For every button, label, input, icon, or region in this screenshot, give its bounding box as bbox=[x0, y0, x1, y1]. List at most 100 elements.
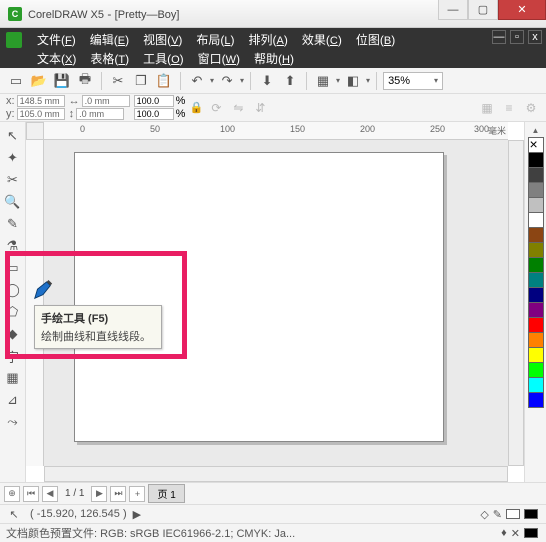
extras-button[interactable]: ⊕ bbox=[4, 486, 20, 502]
text-tool[interactable]: 字 bbox=[3, 346, 23, 366]
canvas-area[interactable] bbox=[44, 140, 508, 466]
basic-shapes-tool[interactable]: ◆ bbox=[3, 324, 23, 344]
maximize-button[interactable]: ▢ bbox=[468, 0, 498, 20]
export-button[interactable]: ⬆ bbox=[280, 71, 300, 91]
close-button[interactable]: ✕ bbox=[498, 0, 546, 20]
ruler-corner[interactable] bbox=[26, 122, 44, 140]
scale-y-input[interactable]: 100.0 bbox=[134, 108, 174, 120]
menu-h[interactable]: 帮助(H) bbox=[247, 49, 301, 68]
welcome-button[interactable]: ◧ bbox=[343, 71, 363, 91]
scale-x-input[interactable]: 100.0 bbox=[134, 95, 174, 107]
launcher-dropdown-icon[interactable]: ▾ bbox=[336, 76, 340, 85]
outline-swatch[interactable] bbox=[524, 509, 538, 519]
color-swatch[interactable] bbox=[528, 347, 544, 363]
redo-button[interactable]: ↷ bbox=[217, 71, 237, 91]
palette-up-icon[interactable]: ▲ bbox=[532, 126, 540, 135]
color-swatch[interactable] bbox=[528, 332, 544, 348]
mdi-close-button[interactable]: x bbox=[528, 30, 542, 44]
ellipse-tool[interactable]: ◯ bbox=[3, 280, 23, 300]
options-button[interactable]: ⚙ bbox=[522, 99, 540, 117]
color-swatch[interactable] bbox=[528, 377, 544, 393]
zoom-tool[interactable]: 🔍 bbox=[3, 192, 23, 212]
menu-x[interactable]: 文本(X) bbox=[30, 49, 83, 68]
zoom-combo[interactable]: 35% ▾ bbox=[383, 72, 443, 90]
prev-page-button[interactable]: ◀ bbox=[42, 486, 58, 502]
horizontal-ruler[interactable]: 毫米 050100150200250300 bbox=[44, 122, 508, 140]
color-swatch[interactable] bbox=[528, 317, 544, 333]
next-page-button[interactable]: ▶ bbox=[91, 486, 107, 502]
app-launcher-button[interactable]: ▦ bbox=[313, 71, 333, 91]
first-page-button[interactable]: ⏮ bbox=[23, 486, 39, 502]
undo-button[interactable]: ↶ bbox=[187, 71, 207, 91]
color-swatch[interactable] bbox=[528, 197, 544, 213]
lock-ratio-button[interactable]: 🔒 bbox=[189, 97, 203, 119]
color-swatch[interactable] bbox=[528, 137, 544, 153]
paste-button[interactable]: 📋 bbox=[154, 71, 174, 91]
next-icon[interactable]: ▶ bbox=[133, 508, 141, 521]
menu-o[interactable]: 工具(O) bbox=[136, 49, 191, 68]
color-swatch[interactable] bbox=[528, 392, 544, 408]
color-swatch[interactable] bbox=[528, 152, 544, 168]
shape-tool[interactable]: ✦ bbox=[3, 148, 23, 168]
open-button[interactable]: 📂 bbox=[29, 71, 49, 91]
undo-dropdown-icon[interactable]: ▾ bbox=[210, 76, 214, 85]
color-swatch[interactable] bbox=[528, 302, 544, 318]
color-swatch[interactable] bbox=[528, 257, 544, 273]
menu-c[interactable]: 效果(C) bbox=[295, 30, 349, 49]
add-page-button[interactable]: + bbox=[129, 486, 145, 502]
save-button[interactable]: 💾 bbox=[52, 71, 72, 91]
new-button[interactable]: ▭ bbox=[6, 71, 26, 91]
color-swatch[interactable] bbox=[528, 287, 544, 303]
color-swatch[interactable] bbox=[528, 362, 544, 378]
minimize-button[interactable]: — bbox=[438, 0, 468, 20]
menu-v[interactable]: 视图(V) bbox=[136, 30, 189, 49]
table-tool[interactable]: ▦ bbox=[3, 368, 23, 388]
menu-w[interactable]: 窗口(W) bbox=[191, 49, 247, 68]
rotate-input[interactable]: ⟳ bbox=[207, 99, 225, 117]
connector-tool[interactable]: ⤳ bbox=[3, 412, 23, 432]
mirror-v-button[interactable]: ⇵ bbox=[251, 99, 269, 117]
menu-f[interactable]: 文件(F) bbox=[30, 30, 83, 49]
redo-dropdown-icon[interactable]: ▾ bbox=[240, 76, 244, 85]
welcome-dropdown-icon[interactable]: ▾ bbox=[366, 76, 370, 85]
crop-tool[interactable]: ✂ bbox=[3, 170, 23, 190]
color-swatch[interactable] bbox=[528, 227, 544, 243]
last-page-button[interactable]: ⏭ bbox=[110, 486, 126, 502]
import-button[interactable]: ⬇ bbox=[257, 71, 277, 91]
x-input[interactable]: 148.5 mm bbox=[17, 95, 65, 107]
mirror-h-button[interactable]: ⇋ bbox=[229, 99, 247, 117]
menu-l[interactable]: 布局(L) bbox=[189, 30, 241, 49]
polygon-tool[interactable]: ⬠ bbox=[3, 302, 23, 322]
dimension-tool[interactable]: ⊿ bbox=[3, 390, 23, 410]
pick-tool[interactable]: ↖ bbox=[3, 126, 23, 146]
y-input[interactable]: 105.0 mm bbox=[17, 108, 65, 120]
menu-t[interactable]: 表格(T) bbox=[83, 49, 136, 68]
fill-swatch[interactable] bbox=[506, 509, 520, 519]
page-tab[interactable]: 页 1 bbox=[148, 484, 184, 503]
color-swatch[interactable] bbox=[528, 167, 544, 183]
menu-b[interactable]: 位图(B) bbox=[349, 30, 402, 49]
smart-fill-tool[interactable]: ⚗ bbox=[3, 236, 23, 256]
vertical-scrollbar[interactable] bbox=[508, 140, 524, 466]
page-canvas[interactable] bbox=[74, 152, 444, 442]
rectangle-tool[interactable]: ▭ bbox=[3, 258, 23, 278]
menu-a[interactable]: 排列(A) bbox=[242, 30, 295, 49]
color-swatch[interactable] bbox=[528, 272, 544, 288]
color-swatch[interactable] bbox=[528, 242, 544, 258]
color-swatch[interactable] bbox=[528, 182, 544, 198]
vertical-ruler[interactable] bbox=[26, 140, 44, 466]
mdi-restore-button[interactable]: ▫ bbox=[510, 30, 524, 44]
cut-button[interactable]: ✂ bbox=[108, 71, 128, 91]
horizontal-scrollbar[interactable] bbox=[44, 466, 508, 482]
mdi-minimize-button[interactable]: — bbox=[492, 30, 506, 44]
color-swatch[interactable] bbox=[528, 212, 544, 228]
print-button[interactable]: 🖶 bbox=[75, 71, 95, 91]
swatch-icon[interactable] bbox=[524, 528, 538, 538]
height-input[interactable]: .0 mm bbox=[76, 108, 124, 120]
width-input[interactable]: .0 mm bbox=[82, 95, 130, 107]
copy-button[interactable]: ❐ bbox=[131, 71, 151, 91]
align-button[interactable]: ≡ bbox=[500, 99, 518, 117]
snap-button[interactable]: ▦ bbox=[478, 99, 496, 117]
menu-e[interactable]: 编辑(E) bbox=[83, 30, 136, 49]
freehand-tool[interactable]: ✎ bbox=[3, 214, 23, 234]
